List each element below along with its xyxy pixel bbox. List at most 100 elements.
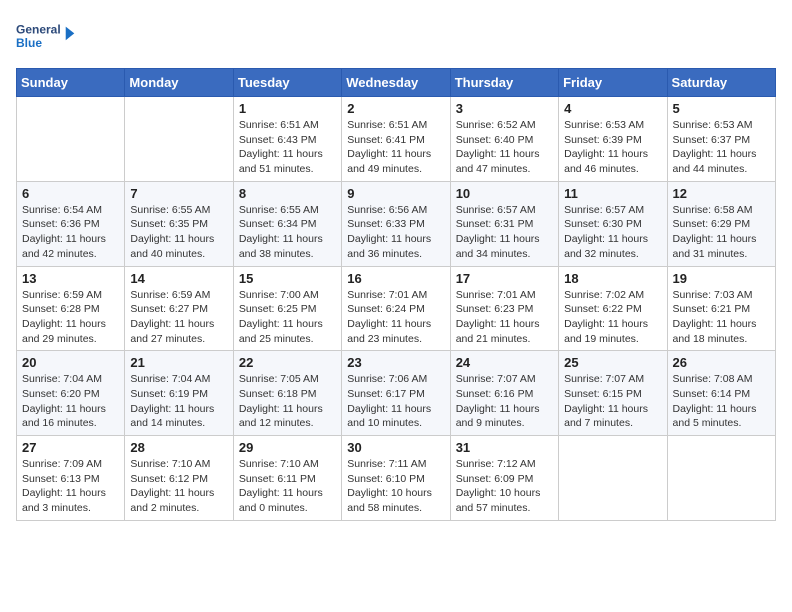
day-number: 28 xyxy=(130,440,227,455)
logo: General Blue xyxy=(16,16,76,56)
day-number: 22 xyxy=(239,355,336,370)
calendar-cell: 6Sunrise: 6:54 AMSunset: 6:36 PMDaylight… xyxy=(17,181,125,266)
calendar-cell xyxy=(667,436,775,521)
logo-svg: General Blue xyxy=(16,16,76,56)
day-number: 3 xyxy=(456,101,553,116)
day-number: 20 xyxy=(22,355,119,370)
calendar-cell: 10 Sunrise: 6:57 AMSunset: 6:31 PMDayligh… xyxy=(450,181,558,266)
calendar-cell: 15 Sunrise: 7:00 AMSunset: 6:25 PMDayligh… xyxy=(233,266,341,351)
calendar-cell: 29 Sunrise: 7:10 AMSunset: 6:11 PMDayligh… xyxy=(233,436,341,521)
calendar-cell: 25 Sunrise: 7:07 AMSunset: 6:15 PMDayligh… xyxy=(559,351,667,436)
calendar-cell: 3 Sunrise: 6:52 AMSunset: 6:40 PMDaylight… xyxy=(450,97,558,182)
day-number: 5 xyxy=(673,101,770,116)
calendar-cell: 31 Sunrise: 7:12 AMSunset: 6:09 PMDayligh… xyxy=(450,436,558,521)
day-number: 23 xyxy=(347,355,444,370)
day-detail: Sunrise: 6:51 AMSunset: 6:43 PMDaylight:… xyxy=(239,118,336,177)
calendar-cell: 9 Sunrise: 6:56 AMSunset: 6:33 PMDaylight… xyxy=(342,181,450,266)
day-number: 9 xyxy=(347,186,444,201)
calendar-week-row: 6Sunrise: 6:54 AMSunset: 6:36 PMDaylight… xyxy=(17,181,776,266)
day-detail: Sunrise: 7:04 AMSunset: 6:19 PMDaylight:… xyxy=(130,372,227,431)
day-detail: Sunrise: 7:10 AMSunset: 6:11 PMDaylight:… xyxy=(239,457,336,516)
calendar-cell: 19Sunrise: 7:03 AMSunset: 6:21 PMDayligh… xyxy=(667,266,775,351)
calendar-cell: 11Sunrise: 6:57 AMSunset: 6:30 PMDayligh… xyxy=(559,181,667,266)
svg-text:Blue: Blue xyxy=(16,36,42,50)
day-detail: Sunrise: 6:56 AMSunset: 6:33 PMDaylight:… xyxy=(347,203,444,262)
day-detail: Sunrise: 6:55 AMSunset: 6:34 PMDaylight:… xyxy=(239,203,336,262)
day-detail: Sunrise: 6:53 AMSunset: 6:39 PMDaylight:… xyxy=(564,118,661,177)
calendar-cell: 22 Sunrise: 7:05 AMSunset: 6:18 PMDayligh… xyxy=(233,351,341,436)
calendar-week-row: 13Sunrise: 6:59 AMSunset: 6:28 PMDayligh… xyxy=(17,266,776,351)
day-number: 26 xyxy=(673,355,770,370)
day-detail: Sunrise: 7:10 AMSunset: 6:12 PMDaylight:… xyxy=(130,457,227,516)
calendar-cell: 13Sunrise: 6:59 AMSunset: 6:28 PMDayligh… xyxy=(17,266,125,351)
day-detail: Sunrise: 7:06 AMSunset: 6:17 PMDaylight:… xyxy=(347,372,444,431)
weekday-header: Friday xyxy=(559,69,667,97)
day-number: 15 xyxy=(239,271,336,286)
calendar-table: SundayMondayTuesdayWednesdayThursdayFrid… xyxy=(16,68,776,521)
calendar-cell: 16Sunrise: 7:01 AMSunset: 6:24 PMDayligh… xyxy=(342,266,450,351)
day-detail: Sunrise: 6:51 AMSunset: 6:41 PMDaylight:… xyxy=(347,118,444,177)
weekday-header: Saturday xyxy=(667,69,775,97)
calendar-cell: 1 Sunrise: 6:51 AMSunset: 6:43 PMDaylight… xyxy=(233,97,341,182)
day-number: 12 xyxy=(673,186,770,201)
day-number: 29 xyxy=(239,440,336,455)
weekday-header: Thursday xyxy=(450,69,558,97)
calendar-cell: 30 Sunrise: 7:11 AMSunset: 6:10 PMDayligh… xyxy=(342,436,450,521)
calendar-cell: 12 Sunrise: 6:58 AMSunset: 6:29 PMDayligh… xyxy=(667,181,775,266)
weekday-header: Tuesday xyxy=(233,69,341,97)
calendar-cell: 20 Sunrise: 7:04 AMSunset: 6:20 PMDayligh… xyxy=(17,351,125,436)
calendar-cell: 21 Sunrise: 7:04 AMSunset: 6:19 PMDayligh… xyxy=(125,351,233,436)
day-number: 11 xyxy=(564,186,661,201)
day-detail: Sunrise: 6:58 AMSunset: 6:29 PMDaylight:… xyxy=(673,203,770,262)
calendar-cell: 8 Sunrise: 6:55 AMSunset: 6:34 PMDaylight… xyxy=(233,181,341,266)
day-number: 6 xyxy=(22,186,119,201)
day-number: 14 xyxy=(130,271,227,286)
calendar-cell: 24 Sunrise: 7:07 AMSunset: 6:16 PMDayligh… xyxy=(450,351,558,436)
calendar-cell: 14Sunrise: 6:59 AMSunset: 6:27 PMDayligh… xyxy=(125,266,233,351)
day-number: 10 xyxy=(456,186,553,201)
day-detail: Sunrise: 6:53 AMSunset: 6:37 PMDaylight:… xyxy=(673,118,770,177)
calendar-week-row: 20 Sunrise: 7:04 AMSunset: 6:20 PMDayligh… xyxy=(17,351,776,436)
day-detail: Sunrise: 7:03 AMSunset: 6:21 PMDaylight:… xyxy=(673,288,770,347)
day-number: 7 xyxy=(130,186,227,201)
calendar-cell xyxy=(17,97,125,182)
svg-text:General: General xyxy=(16,22,61,36)
calendar-cell: 17Sunrise: 7:01 AMSunset: 6:23 PMDayligh… xyxy=(450,266,558,351)
day-number: 4 xyxy=(564,101,661,116)
day-number: 31 xyxy=(456,440,553,455)
calendar-week-row: 27Sunrise: 7:09 AMSunset: 6:13 PMDayligh… xyxy=(17,436,776,521)
calendar-body: 1 Sunrise: 6:51 AMSunset: 6:43 PMDaylight… xyxy=(17,97,776,521)
day-detail: Sunrise: 6:57 AMSunset: 6:31 PMDaylight:… xyxy=(456,203,553,262)
calendar-cell: 18Sunrise: 7:02 AMSunset: 6:22 PMDayligh… xyxy=(559,266,667,351)
day-number: 24 xyxy=(456,355,553,370)
calendar-cell: 2 Sunrise: 6:51 AMSunset: 6:41 PMDaylight… xyxy=(342,97,450,182)
weekday-header: Monday xyxy=(125,69,233,97)
calendar-week-row: 1 Sunrise: 6:51 AMSunset: 6:43 PMDaylight… xyxy=(17,97,776,182)
calendar-cell xyxy=(559,436,667,521)
day-number: 17 xyxy=(456,271,553,286)
day-detail: Sunrise: 7:00 AMSunset: 6:25 PMDaylight:… xyxy=(239,288,336,347)
calendar-header: SundayMondayTuesdayWednesdayThursdayFrid… xyxy=(17,69,776,97)
day-detail: Sunrise: 7:07 AMSunset: 6:15 PMDaylight:… xyxy=(564,372,661,431)
day-detail: Sunrise: 6:55 AMSunset: 6:35 PMDaylight:… xyxy=(130,203,227,262)
calendar-cell: 27Sunrise: 7:09 AMSunset: 6:13 PMDayligh… xyxy=(17,436,125,521)
weekday-header: Sunday xyxy=(17,69,125,97)
day-detail: Sunrise: 6:59 AMSunset: 6:28 PMDaylight:… xyxy=(22,288,119,347)
day-detail: Sunrise: 7:04 AMSunset: 6:20 PMDaylight:… xyxy=(22,372,119,431)
day-number: 8 xyxy=(239,186,336,201)
day-number: 25 xyxy=(564,355,661,370)
day-detail: Sunrise: 7:05 AMSunset: 6:18 PMDaylight:… xyxy=(239,372,336,431)
day-number: 30 xyxy=(347,440,444,455)
day-detail: Sunrise: 7:02 AMSunset: 6:22 PMDaylight:… xyxy=(564,288,661,347)
day-detail: Sunrise: 7:11 AMSunset: 6:10 PMDaylight:… xyxy=(347,457,444,516)
day-number: 16 xyxy=(347,271,444,286)
day-number: 2 xyxy=(347,101,444,116)
day-detail: Sunrise: 7:12 AMSunset: 6:09 PMDaylight:… xyxy=(456,457,553,516)
day-detail: Sunrise: 6:52 AMSunset: 6:40 PMDaylight:… xyxy=(456,118,553,177)
day-number: 21 xyxy=(130,355,227,370)
day-detail: Sunrise: 7:07 AMSunset: 6:16 PMDaylight:… xyxy=(456,372,553,431)
day-number: 1 xyxy=(239,101,336,116)
calendar-cell xyxy=(125,97,233,182)
calendar-cell: 7 Sunrise: 6:55 AMSunset: 6:35 PMDaylight… xyxy=(125,181,233,266)
calendar-cell: 26Sunrise: 7:08 AMSunset: 6:14 PMDayligh… xyxy=(667,351,775,436)
